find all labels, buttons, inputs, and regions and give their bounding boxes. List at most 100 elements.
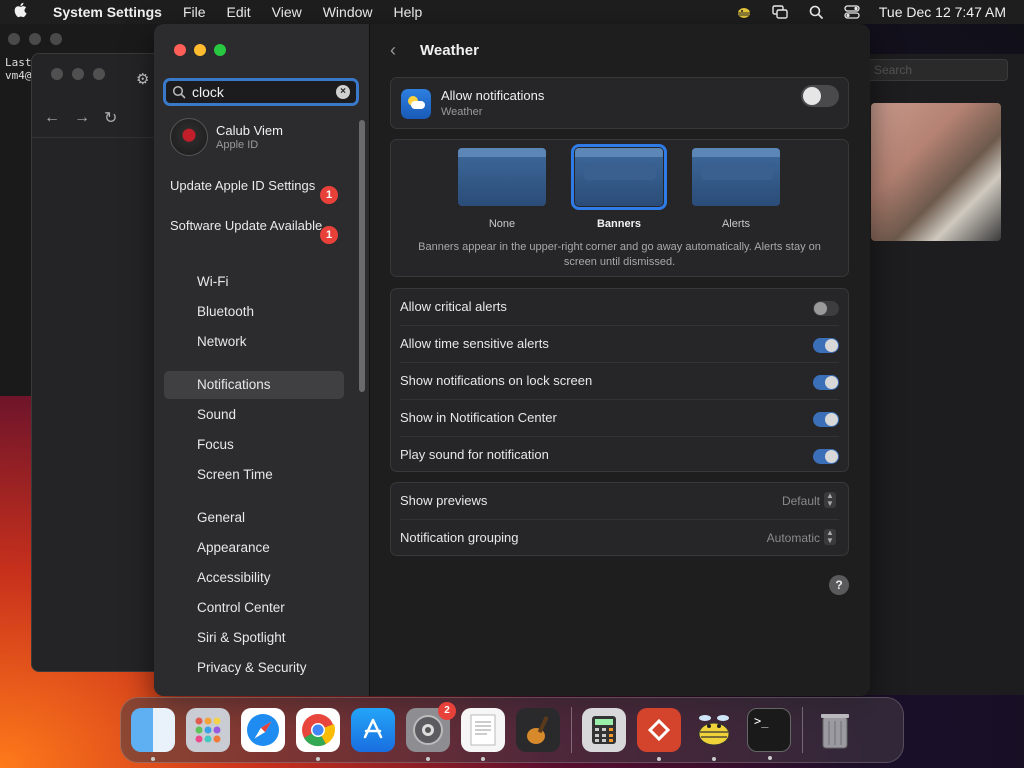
content-pane: ‹ Weather Allow notifications Weather No…	[370, 24, 870, 696]
background-search-field[interactable]: Search	[866, 59, 1008, 81]
menu-view[interactable]: View	[272, 4, 302, 20]
textedit-icon[interactable]	[461, 708, 505, 761]
spotlight-search-icon[interactable]	[807, 4, 825, 20]
notification-badge: 1	[320, 186, 338, 204]
lock-screen-toggle[interactable]	[813, 375, 839, 390]
sidebar-item-general[interactable]: General	[164, 504, 344, 532]
sidebar-item-screen-time[interactable]: Screen Time	[164, 461, 344, 489]
calculator-icon[interactable]	[582, 708, 626, 752]
menu-file[interactable]: File	[183, 4, 206, 20]
sidebar-item-label: Update Apple ID Settings	[170, 178, 316, 193]
updown-chevron-icon[interactable]: ▲ ▼	[824, 492, 836, 508]
select-label: Show previews	[400, 493, 488, 508]
terminal-icon[interactable]: >_	[747, 708, 791, 760]
zoom-button[interactable]	[214, 44, 226, 56]
style-option-none[interactable]: None	[457, 148, 547, 230]
sidebar-item-bluetooth[interactable]: Bluetooth	[164, 298, 344, 326]
cyberduck-icon[interactable]	[692, 708, 736, 761]
app-name-menu[interactable]: System Settings	[53, 4, 162, 20]
chrome-icon[interactable]	[296, 708, 340, 761]
sidebar-item-sound[interactable]: Sound	[164, 401, 344, 429]
app-store-icon[interactable]	[351, 708, 395, 752]
system-settings-window: × Calub Viem Apple ID Update Apple ID Se…	[154, 24, 870, 696]
close-button[interactable]	[51, 68, 63, 80]
notification-center-toggle[interactable]	[813, 412, 839, 427]
clear-search-icon[interactable]: ×	[336, 85, 350, 99]
sidebar-item-network[interactable]: Network	[164, 328, 344, 356]
allow-notifications-toggle[interactable]	[801, 85, 839, 107]
sidebar-item-software-update[interactable]: Software Update Available 1	[170, 218, 340, 244]
menu-edit[interactable]: Edit	[227, 4, 251, 20]
select-row-notification-grouping[interactable]: Notification grouping Automatic ▲ ▼	[391, 520, 848, 557]
style-option-banners[interactable]: Banners	[571, 144, 667, 230]
launchpad-icon[interactable]	[186, 708, 230, 752]
screen-mirroring-icon[interactable]	[771, 4, 789, 20]
sidebar-item-wifi[interactable]: Wi-Fi	[164, 268, 344, 296]
control-center-icon[interactable]	[843, 4, 861, 20]
notification-options-list: Allow critical alerts Allow time sensiti…	[390, 288, 849, 472]
style-option-alerts[interactable]: Alerts	[691, 148, 781, 230]
sidebar-item-control-center[interactable]: Control Center	[164, 594, 344, 622]
minimize-button[interactable]	[29, 33, 41, 45]
dock: 2 >_	[120, 697, 904, 763]
garageband-icon[interactable]	[516, 708, 560, 752]
trash-icon[interactable]	[813, 708, 857, 752]
sidebar-item-notifications[interactable]: Notifications	[164, 371, 344, 399]
forward-arrow-icon[interactable]: →	[74, 109, 90, 127]
sidebar-item-update-apple-id[interactable]: Update Apple ID Settings 1	[170, 178, 340, 204]
page-title: Weather	[420, 42, 479, 59]
system-settings-icon[interactable]: 2	[406, 702, 456, 761]
back-chevron-icon[interactable]: ‹	[390, 40, 410, 61]
dock-notification-badge: 2	[438, 702, 456, 720]
minimize-button[interactable]	[194, 44, 206, 56]
search-icon	[172, 85, 186, 99]
alert-style-picker: None Banners Alerts Banners appear in th…	[390, 139, 849, 277]
close-button[interactable]	[8, 33, 20, 45]
back-arrow-icon[interactable]: ←	[44, 109, 60, 127]
style-label: Banners	[596, 218, 642, 230]
sidebar-item-privacy-security[interactable]: Privacy & Security	[164, 654, 344, 682]
background-browser-window[interactable]: ⚙ ← → ↻	[31, 53, 171, 672]
select-row-show-previews[interactable]: Show previews Default ▲ ▼	[391, 483, 848, 520]
cyberduck-menubar-icon[interactable]	[735, 4, 753, 20]
updown-chevron-icon[interactable]: ▲ ▼	[824, 529, 836, 545]
help-button[interactable]: ?	[829, 575, 849, 595]
photo-thumbnail[interactable]	[871, 103, 1001, 241]
time-sensitive-toggle[interactable]	[813, 338, 839, 353]
sidebar-item-appearance[interactable]: Appearance	[164, 534, 344, 562]
play-sound-toggle[interactable]	[813, 449, 839, 464]
terminal-line: vm4@	[5, 69, 32, 82]
style-label: Alerts	[721, 218, 751, 230]
toggle-label: Play sound for notification	[400, 447, 549, 462]
remote-desktop-icon[interactable]	[637, 708, 681, 761]
sidebar-scrollbar[interactable]	[359, 120, 365, 392]
zoom-button[interactable]	[93, 68, 105, 80]
toggle-label: Show in Notification Center	[400, 410, 557, 425]
reload-icon[interactable]: ↻	[104, 108, 117, 128]
minimize-button[interactable]	[72, 68, 84, 80]
sidebar-item-accessibility[interactable]: Accessibility	[164, 564, 344, 592]
zoom-button[interactable]	[50, 33, 62, 45]
menu-window[interactable]: Window	[323, 4, 373, 20]
search-input[interactable]	[192, 84, 332, 100]
apple-id-account[interactable]: Calub Viem Apple ID	[170, 118, 283, 156]
account-subtitle: Apple ID	[216, 139, 259, 151]
sidebar-item-focus[interactable]: Focus	[164, 431, 344, 459]
sidebar-item-siri-spotlight[interactable]: Siri & Spotlight	[164, 624, 344, 652]
select-value[interactable]: Default	[782, 494, 820, 508]
preview-grouping-list: Show previews Default ▲ ▼ Notification gr…	[390, 482, 849, 556]
close-button[interactable]	[174, 44, 186, 56]
critical-alerts-toggle[interactable]	[813, 301, 839, 316]
sidebar-search-field[interactable]: ×	[163, 78, 359, 106]
menubar-clock[interactable]: Tue Dec 12 7:47 AM	[879, 4, 1006, 20]
finder-icon[interactable]	[131, 708, 175, 761]
sidebar-item-label: Software Update Available	[170, 218, 323, 233]
safari-icon[interactable]	[241, 708, 285, 752]
gear-icon[interactable]: ⚙	[136, 70, 149, 88]
select-value[interactable]: Automatic	[767, 531, 820, 545]
menu-bar: System Settings File Edit View Window He…	[0, 0, 1024, 24]
dock-separator	[802, 707, 803, 753]
menu-help[interactable]: Help	[394, 4, 423, 20]
apple-menu-icon[interactable]	[0, 2, 40, 22]
background-photo-window[interactable]: Search	[866, 54, 1024, 695]
